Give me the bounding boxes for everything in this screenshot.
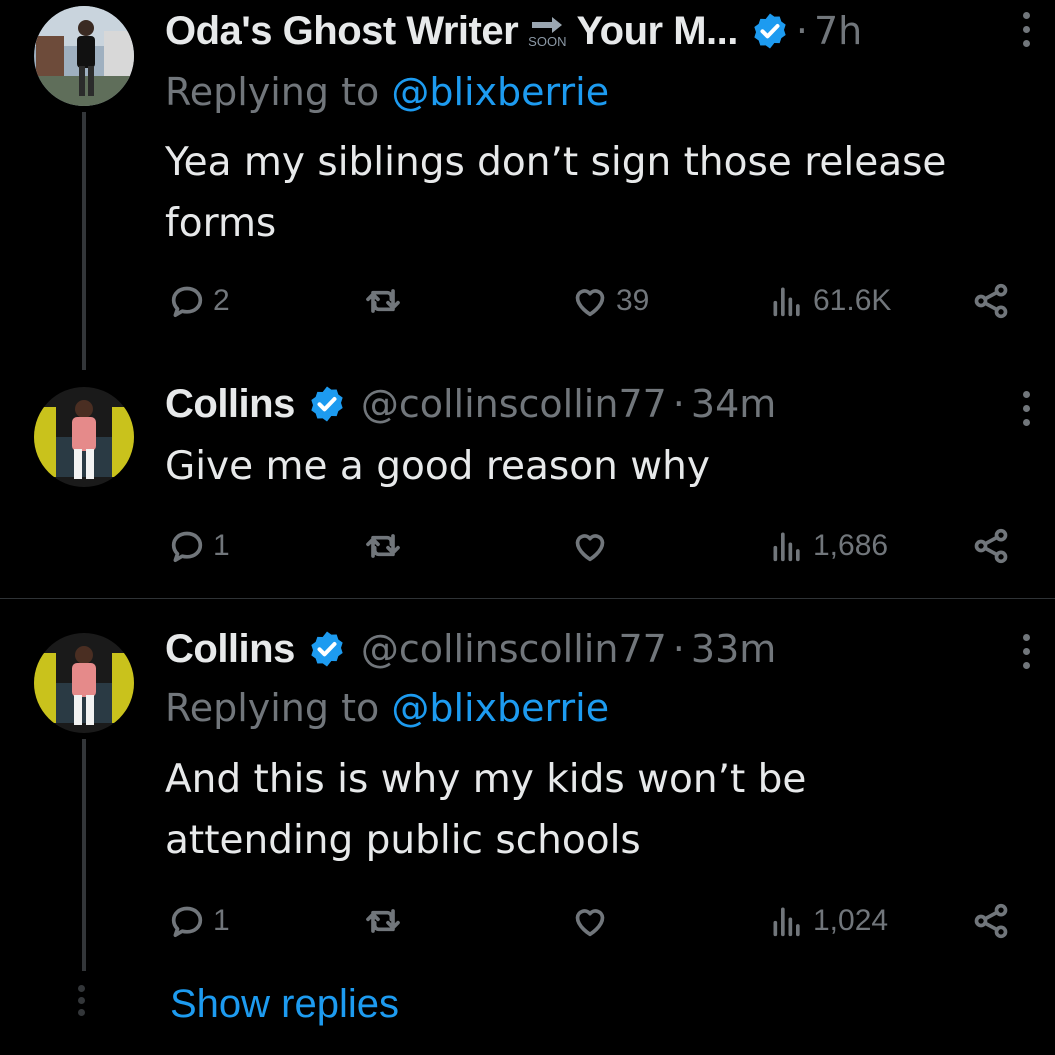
views-button[interactable]: 61.6K <box>767 276 891 326</box>
avatar[interactable] <box>34 6 134 106</box>
avatar[interactable] <box>34 387 134 487</box>
mention-link[interactable]: @blixberrie <box>391 686 609 730</box>
like-button[interactable] <box>570 521 610 571</box>
retweet-icon <box>363 526 403 566</box>
verified-badge-icon <box>307 629 347 669</box>
thread-line <box>82 739 86 971</box>
separator-dot: · <box>672 627 685 671</box>
display-name-suffix[interactable]: Your M... <box>576 9 738 54</box>
reply-icon <box>167 281 207 321</box>
like-button[interactable]: 39 <box>570 276 649 326</box>
right-arrow-icon <box>532 17 563 33</box>
tweet-2[interactable]: Collins @collinscollin77 · 34m Give me a… <box>0 365 1055 597</box>
reply-count: 2 <box>213 284 230 317</box>
tweet-header: Collins @collinscollin77 · 34m <box>165 377 776 431</box>
tweet-text-line: attending public schools <box>165 818 641 863</box>
mention-link[interactable]: @blixberrie <box>391 70 609 114</box>
like-icon <box>570 281 610 321</box>
arrow-soon-emoji: SOON <box>528 14 566 48</box>
tweet-header: Collins @collinscollin77 · 33m <box>165 622 776 676</box>
tweet-header: Oda's Ghost Writer SOON Your M... · 7h <box>165 4 862 58</box>
retweet-button[interactable] <box>363 896 403 946</box>
timestamp[interactable]: 34m <box>691 382 776 426</box>
tweet-text: And this is why my kids won’t be attendi… <box>165 749 1025 871</box>
share-button[interactable] <box>971 896 1011 946</box>
more-icon[interactable] <box>1021 12 1031 47</box>
action-bar: 2 39 61.6K <box>165 276 1015 326</box>
reply-icon <box>167 901 207 941</box>
tweet-text: Give me a good reason why <box>165 436 1025 497</box>
view-count: 61.6K <box>813 284 892 317</box>
views-button[interactable]: 1,024 <box>767 896 888 946</box>
retweet-button[interactable] <box>363 276 403 326</box>
soon-label: SOON <box>528 34 567 49</box>
thread-line <box>82 112 86 370</box>
share-button[interactable] <box>971 276 1011 326</box>
tweet-text-line: Give me a good reason why <box>165 444 710 489</box>
verified-badge-icon <box>750 11 790 51</box>
retweet-icon <box>363 901 403 941</box>
like-icon <box>570 901 610 941</box>
view-count: 1,686 <box>813 529 889 562</box>
views-icon <box>767 901 807 941</box>
user-handle[interactable]: @collinscollin77 <box>361 627 667 671</box>
views-button[interactable]: 1,686 <box>767 521 888 571</box>
reply-icon <box>167 526 207 566</box>
verified-badge-icon <box>307 384 347 424</box>
tweet-1[interactable]: Oda's Ghost Writer SOON Your M... · 7h R… <box>0 0 1055 370</box>
tweet-3[interactable]: Collins @collinscollin77 · 33m Replying … <box>0 599 1055 971</box>
tweet-text-line: Yea my siblings don’t sign those release <box>165 140 947 185</box>
share-button[interactable] <box>971 521 1011 571</box>
reply-count: 1 <box>213 904 230 937</box>
view-count: 1,024 <box>813 904 889 937</box>
separator-dot: · <box>672 382 685 426</box>
thread-continuation-dots <box>78 985 85 1016</box>
reply-count: 1 <box>213 529 230 562</box>
more-icon[interactable] <box>1021 634 1031 669</box>
replying-to: Replying to @blixberrie <box>165 70 609 114</box>
retweet-button[interactable] <box>363 521 403 571</box>
replying-prefix: Replying to <box>165 70 380 114</box>
show-replies-link[interactable]: Show replies <box>170 982 399 1027</box>
like-count: 39 <box>616 284 650 317</box>
more-icon[interactable] <box>1021 391 1031 426</box>
share-icon <box>971 526 1011 566</box>
replying-prefix: Replying to <box>165 686 380 730</box>
reply-button[interactable]: 2 <box>167 276 230 326</box>
retweet-icon <box>363 281 403 321</box>
tweet-text-line: And this is why my kids won’t be <box>165 757 807 802</box>
reply-button[interactable]: 1 <box>167 896 230 946</box>
user-handle[interactable]: @collinscollin77 <box>361 382 667 426</box>
like-icon <box>570 526 610 566</box>
share-icon <box>971 901 1011 941</box>
timestamp[interactable]: 33m <box>691 627 776 671</box>
display-name[interactable]: Collins <box>165 382 295 427</box>
views-icon <box>767 526 807 566</box>
like-button[interactable] <box>570 896 610 946</box>
timestamp[interactable]: 7h <box>814 9 862 53</box>
reply-button[interactable]: 1 <box>167 521 230 571</box>
share-icon <box>971 281 1011 321</box>
separator-dot: · <box>795 9 808 53</box>
tweet-text: Yea my siblings don’t sign those release… <box>165 132 1025 254</box>
avatar[interactable] <box>34 633 134 733</box>
tweet-text-line: forms <box>165 201 277 246</box>
replying-to: Replying to @blixberrie <box>165 686 609 730</box>
display-name[interactable]: Collins <box>165 627 295 672</box>
action-bar: 1 1,686 <box>165 521 1015 571</box>
display-name[interactable]: Oda's Ghost Writer <box>165 9 519 54</box>
action-bar: 1 1,024 <box>165 896 1015 946</box>
views-icon <box>767 281 807 321</box>
